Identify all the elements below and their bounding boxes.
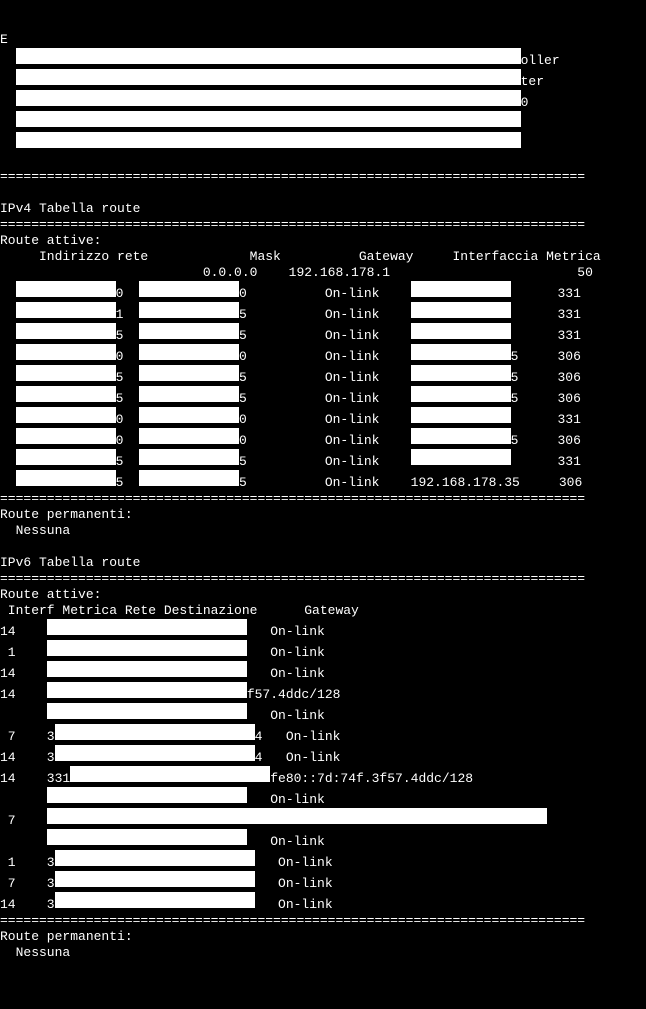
terminal-output: E oller ter 0 ==========================…	[0, 32, 646, 961]
